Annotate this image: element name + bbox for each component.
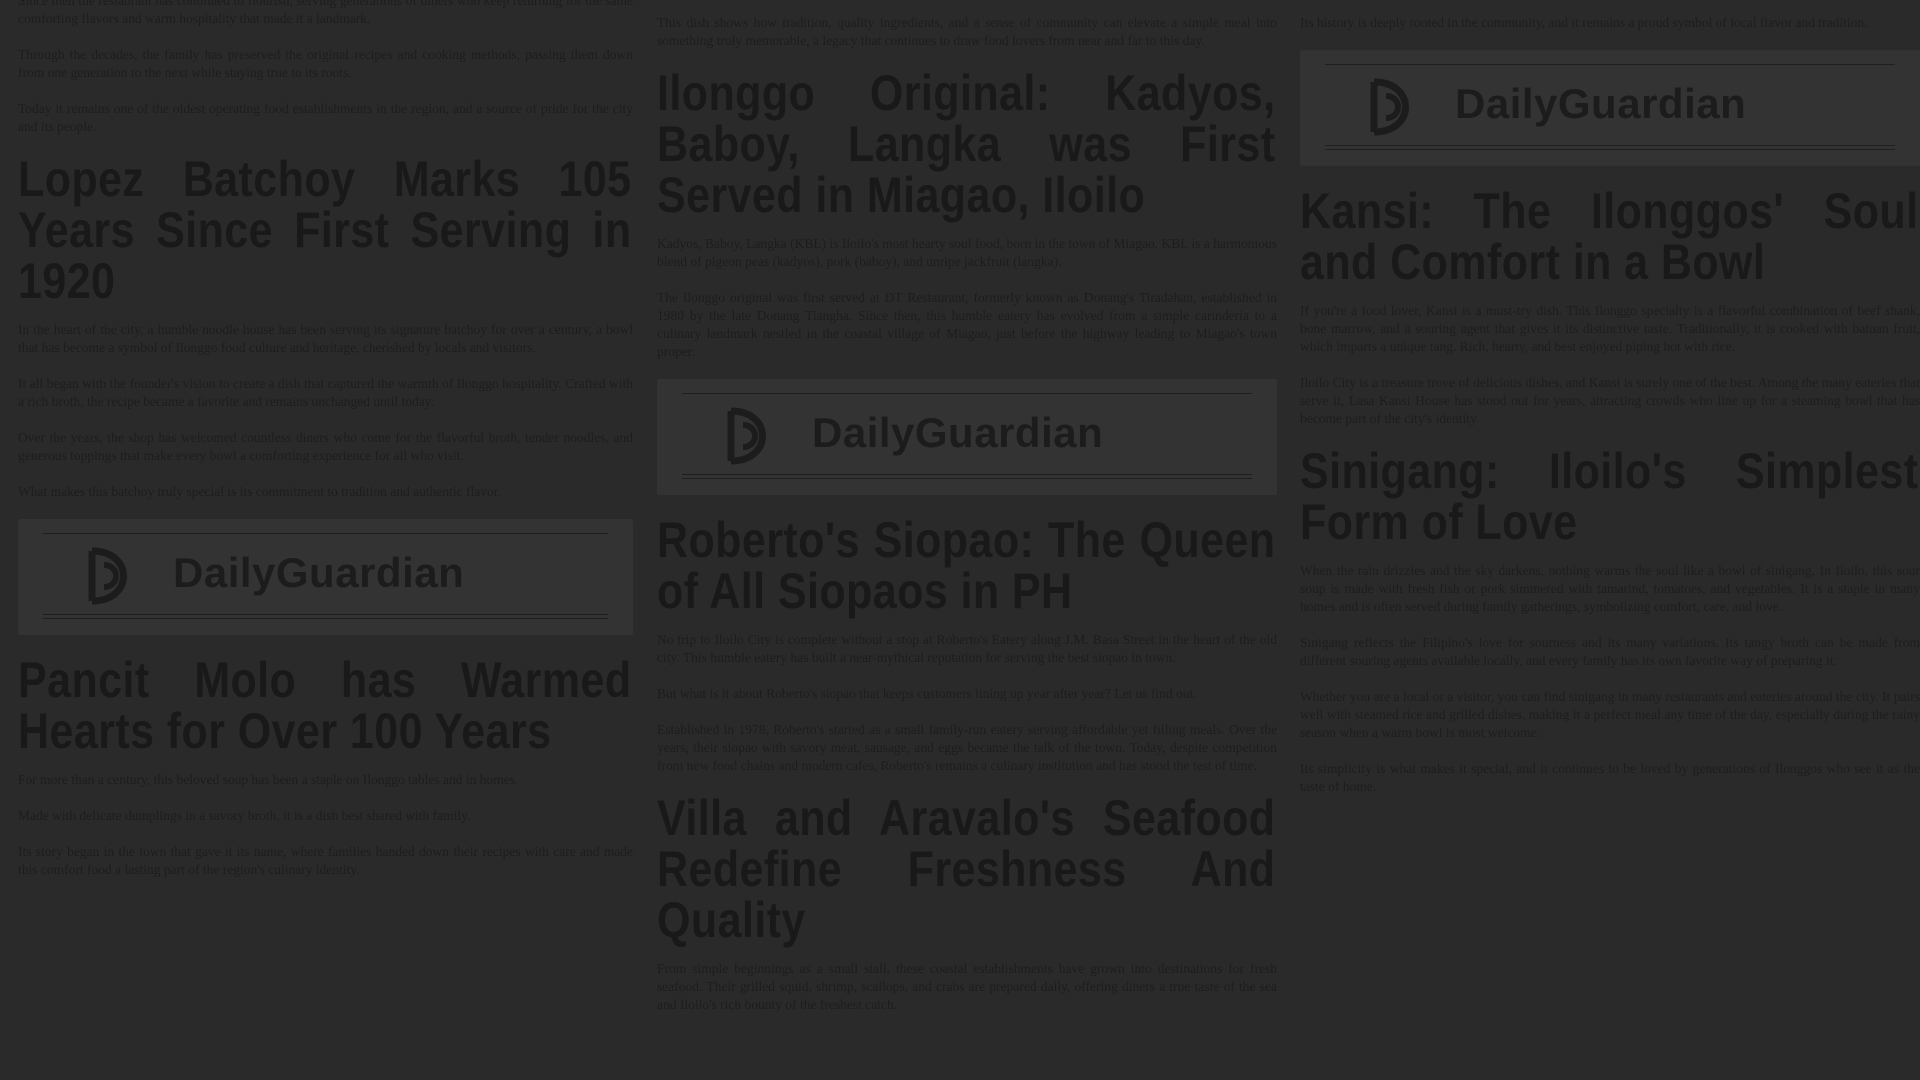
- headline-kbl-miagao[interactable]: Ilonggo Original: Kadyos, Baboy, Langka …: [657, 68, 1276, 221]
- daily-guardian-logo-icon: [88, 547, 127, 605]
- newspaper-page: Since then the restaurant has continued …: [0, 0, 1920, 1080]
- daily-guardian-banner: DailyGuardian: [18, 519, 633, 635]
- banner-rule: [43, 614, 608, 615]
- article-paragraph: For more than a century, this beloved so…: [18, 772, 519, 787]
- banner-rule: [682, 478, 1252, 479]
- article-paragraph: Sinigang reflects the Filipino's love fo…: [1300, 635, 1920, 668]
- article-paragraph: Made with delicate dumplings in a savory…: [18, 808, 471, 823]
- article-paragraph: What makes this batchoy truly special is…: [18, 484, 501, 499]
- banner-rule: [43, 618, 608, 619]
- daily-guardian-logo-text: DailyGuardian: [173, 549, 465, 596]
- article-paragraph: No trip to Iloilo City is complete witho…: [657, 632, 1277, 665]
- article-paragraph: Through the decades, the family has pres…: [18, 47, 633, 80]
- daily-guardian-logo-text: DailyGuardian: [1455, 80, 1747, 127]
- article-paragraph: The Ilonggo original was first served at…: [657, 290, 1277, 359]
- banner-rule: [682, 474, 1252, 475]
- article-paragraph: Whether you are a local or a visitor, yo…: [1300, 689, 1920, 740]
- article-paragraph: Since then the restaurant has continued …: [18, 0, 633, 26]
- headline-robertos-siopao[interactable]: Roberto's Siopao: The Queen of All Siopa…: [657, 515, 1276, 617]
- headline-pancit-molo[interactable]: Pancit Molo has Warmed Hearts for Over 1…: [18, 655, 632, 757]
- right-top-text: Its history is deeply rooted in the comm…: [1300, 14, 1920, 32]
- daily-guardian-logo-text: DailyGuardian: [812, 409, 1104, 456]
- article-paragraph: Its story began in the town that gave it…: [18, 844, 633, 877]
- headline-sinigang[interactable]: Sinigang: Iloilo's Simplest Form of Love: [1300, 446, 1919, 548]
- headline-lopez-batchoy[interactable]: Lopez Batchoy Marks 105 Years Since Firs…: [18, 154, 632, 307]
- left-top-text: Since then the restaurant has continued …: [18, 0, 633, 136]
- banner-rule: [682, 393, 1252, 394]
- daily-guardian-logo-icon: [1370, 78, 1409, 136]
- banner-rule: [1325, 145, 1895, 146]
- daily-guardian-banner: DailyGuardian: [1300, 50, 1920, 166]
- article-paragraph: Its history is deeply rooted in the comm…: [1300, 15, 1868, 30]
- left-column: Since then the restaurant has continued …: [18, 0, 633, 1080]
- daily-guardian-banner: DailyGuardian: [657, 379, 1277, 495]
- article-paragraph: In the heart of the city, a humble noodl…: [18, 322, 633, 355]
- article-paragraph: Today it remains one of the oldest opera…: [18, 101, 633, 134]
- article-paragraph: From simple beginnings as a small stall,…: [657, 961, 1277, 1012]
- article-paragraph: If you're a food lover, Kansi is a must-…: [1300, 303, 1920, 354]
- article-paragraph: This dish shows how tradition, quality i…: [657, 15, 1277, 48]
- article-paragraph: When the rain drizzles and the sky darke…: [1300, 563, 1920, 614]
- article-paragraph: Iloilo City is a treasure trove of delic…: [1300, 375, 1920, 426]
- middle-column: This dish shows how tradition, quality i…: [657, 0, 1277, 1080]
- middle-top-text: This dish shows how tradition, quality i…: [657, 14, 1277, 50]
- article-paragraph: Kadyos, Baboy, Langka (KBL) is Iloilo's …: [657, 236, 1277, 269]
- headline-kansi[interactable]: Kansi: The Ilonggos' Soul and Comfort in…: [1300, 186, 1919, 288]
- banner-rule: [1325, 64, 1895, 65]
- article-paragraph: But what is it about Roberto's siopao th…: [657, 686, 1197, 701]
- banner-rule: [1325, 149, 1895, 150]
- article-paragraph: Its simplicity is what makes it special,…: [1300, 761, 1920, 794]
- article-paragraph: It all began with the founder's vision t…: [18, 376, 633, 409]
- banner-rule: [43, 533, 608, 534]
- article-paragraph: Over the years, the shop has welcomed co…: [18, 430, 633, 463]
- daily-guardian-logo-icon: [727, 407, 766, 465]
- right-column: Its history is deeply rooted in the comm…: [1300, 0, 1920, 1080]
- article-paragraph: Established in 1978, Roberto's started a…: [657, 722, 1277, 773]
- headline-villa-aravalo-seafood[interactable]: Villa and Aravalo's Seafood Redefine Fre…: [657, 793, 1276, 946]
